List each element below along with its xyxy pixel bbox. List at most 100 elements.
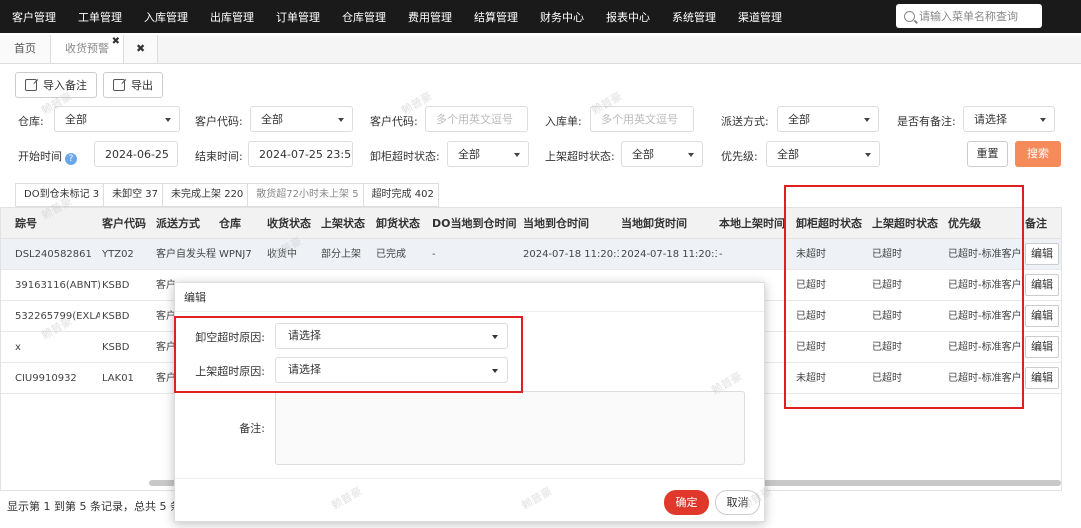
tab-receiving-warning[interactable]: 收货预警 ✖ xyxy=(51,35,124,63)
end-time-input[interactable]: 2024-07-25 23:5 xyxy=(248,141,353,167)
table-cell: 部分上架 xyxy=(321,249,361,260)
nav-item[interactable]: 客户管理 xyxy=(12,9,56,25)
customer-code-value: 全部 xyxy=(261,113,283,126)
status-tab[interactable]: 散货超72小时未上架 5 xyxy=(247,183,363,207)
nav-item[interactable]: 订单管理 xyxy=(276,9,320,25)
edit-button[interactable]: 编辑 xyxy=(1025,336,1059,358)
column-header: 卸货状态 xyxy=(376,217,420,230)
end-time-label: 结束时间: xyxy=(195,150,243,163)
unload-timeout-value: 全部 xyxy=(458,148,480,161)
status-tab[interactable]: DO到仓未标记 3 xyxy=(15,183,104,207)
confirm-button[interactable]: 确定 xyxy=(664,490,709,515)
unload-timeout-select[interactable]: 全部 xyxy=(447,141,529,167)
close-icon[interactable]: ✖ xyxy=(112,37,120,47)
export-button[interactable]: 导出 xyxy=(103,72,163,98)
search-icon xyxy=(904,10,915,22)
status-tab[interactable]: 超时完成 402 xyxy=(362,183,439,207)
end-time-value: 2024-07-25 23:5 xyxy=(259,147,352,161)
tab-home[interactable]: 首页 xyxy=(0,35,51,63)
nav-item[interactable]: 结算管理 xyxy=(474,9,518,25)
customer-code2-label: 客户代码: xyxy=(370,115,418,128)
dispatch-label: 派送方式: xyxy=(721,115,769,128)
status-tab[interactable]: 未卸空 37 xyxy=(103,183,163,207)
dispatch-select[interactable]: 全部 xyxy=(777,106,879,132)
start-time-input[interactable]: 2024-06-25 xyxy=(94,141,178,167)
column-header: 收货状态 xyxy=(267,217,311,230)
chevron-down-icon xyxy=(338,118,344,122)
column-header: DO当地到仓时间 xyxy=(432,217,517,230)
table-cell: 39163116(ABNT) xyxy=(15,280,100,291)
help-icon[interactable]: ? xyxy=(65,153,77,165)
customer-code-input[interactable]: 多个用英文逗号 xyxy=(425,106,528,132)
inbound-placeholder: 多个用英文逗号 xyxy=(601,113,678,126)
close-all-tabs-button[interactable]: ✖ xyxy=(124,35,159,63)
table-cell: LAK01 xyxy=(102,373,134,384)
shelf-timeout-select[interactable]: 全部 xyxy=(621,141,703,167)
table-cell: KSBD xyxy=(102,280,130,291)
chevron-down-icon xyxy=(864,118,870,122)
reset-button[interactable]: 重置 xyxy=(967,141,1008,167)
nav-item[interactable]: 工单管理 xyxy=(78,9,122,25)
table-cell: 已完成 xyxy=(376,249,406,260)
tab-receiving-warning-label: 收货预警 xyxy=(65,42,109,55)
priority-value: 全部 xyxy=(777,148,799,161)
column-header: 本地上架时间 xyxy=(719,217,785,230)
edit-button[interactable]: 编辑 xyxy=(1025,243,1059,265)
status-tab[interactable]: 未完成上架 220 xyxy=(162,183,248,207)
priority-select[interactable]: 全部 xyxy=(766,141,880,167)
dialog-title: 编辑 xyxy=(175,283,764,312)
inbound-input[interactable]: 多个用英文逗号 xyxy=(590,106,694,132)
export-label: 导出 xyxy=(131,79,153,92)
column-header: 踪号 xyxy=(15,217,37,230)
customer-code-placeholder: 多个用英文逗号 xyxy=(436,113,513,126)
search-button[interactable]: 搜索 xyxy=(1015,141,1061,167)
column-header: 备注 xyxy=(1025,217,1047,230)
dialog-footer-divider xyxy=(175,478,764,479)
priority-label: 优先级: xyxy=(721,150,758,163)
status-tabs: DO到仓未标记 3 未卸空 37 未完成上架 220 散货超72小时未上架 5 超时完成… xyxy=(15,183,439,207)
cancel-button[interactable]: 取消 xyxy=(715,490,760,515)
table-cell: KSBD xyxy=(102,342,130,353)
shelf-timeout-label: 上架超时状态: xyxy=(545,150,615,163)
column-header: 派送方式 xyxy=(156,217,200,230)
warehouse-value: 全部 xyxy=(65,113,87,126)
inbound-label: 入库单: xyxy=(545,115,582,128)
nav-item[interactable]: 系统管理 xyxy=(672,9,716,25)
chevron-down-icon xyxy=(514,153,520,157)
edit-button[interactable]: 编辑 xyxy=(1025,367,1059,389)
export-icon xyxy=(113,79,125,91)
import-remark-button[interactable]: 导入备注 xyxy=(15,72,97,98)
pagination-info: 显示第 1 到第 5 条记录，总共 5 条 xyxy=(7,500,181,513)
start-time-label-text: 开始时间 xyxy=(18,150,62,163)
start-time-label: 开始时间? xyxy=(18,148,77,165)
edit-button[interactable]: 编辑 xyxy=(1025,274,1059,296)
chevron-down-icon xyxy=(865,153,871,157)
nav-item[interactable]: 渠道管理 xyxy=(738,9,782,25)
table-cell: KSBD xyxy=(102,311,130,322)
import-remark-label: 导入备注 xyxy=(43,79,87,92)
edit-button[interactable]: 编辑 xyxy=(1025,305,1059,327)
table-cell: - xyxy=(432,249,436,260)
table-cell: - xyxy=(719,249,723,260)
warehouse-select[interactable]: 全部 xyxy=(54,106,180,132)
nav-item[interactable]: 费用管理 xyxy=(408,9,452,25)
menu-search-input[interactable]: 请输入菜单名称查询 xyxy=(896,4,1042,28)
unload-timeout-label: 卸柜超时状态: xyxy=(370,150,440,163)
nav-item[interactable]: 报表中心 xyxy=(606,9,650,25)
dispatch-value: 全部 xyxy=(788,113,810,126)
nav-item[interactable]: 入库管理 xyxy=(144,9,188,25)
remark-textarea[interactable] xyxy=(275,391,745,465)
chevron-down-icon xyxy=(165,118,171,122)
nav-item[interactable]: 出库管理 xyxy=(210,9,254,25)
page-tabs: 首页 收货预警 ✖ ✖ xyxy=(0,35,1081,64)
import-icon xyxy=(25,79,37,91)
has-remark-select[interactable]: 请选择 xyxy=(963,106,1055,132)
warehouse-label: 仓库: xyxy=(18,115,44,128)
customer-code-label: 客户代码: xyxy=(195,115,243,128)
table-cell: 2024-07-18 11:20:39 xyxy=(621,249,717,260)
shelf-timeout-value: 全部 xyxy=(632,148,654,161)
nav-item[interactable]: 仓库管理 xyxy=(342,9,386,25)
annotation-box-timeout-reasons xyxy=(174,316,523,393)
customer-code-select[interactable]: 全部 xyxy=(250,106,353,132)
nav-item[interactable]: 财务中心 xyxy=(540,9,584,25)
